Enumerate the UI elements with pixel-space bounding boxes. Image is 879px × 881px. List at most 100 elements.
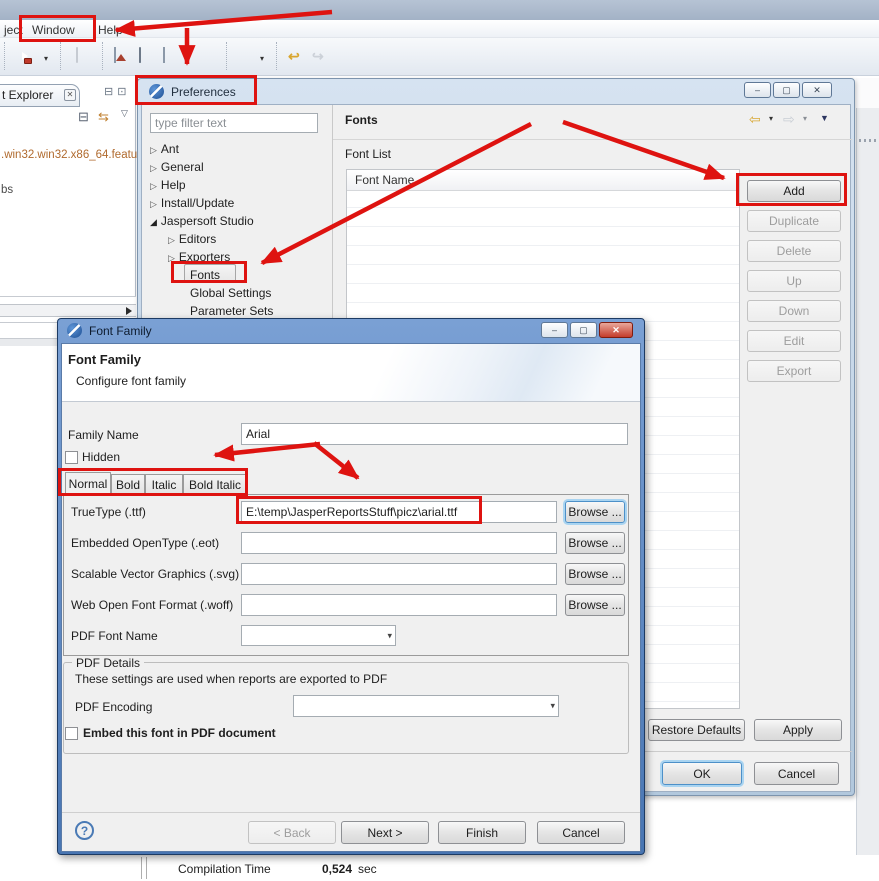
tree-item-jaspersoft-studio[interactable]: ◢Jaspersoft Studio [150,214,254,228]
filter-input[interactable] [150,113,318,133]
cancel-button[interactable]: Cancel [754,762,839,785]
eot-input[interactable] [241,532,557,554]
expand-icon[interactable]: ▷ [150,181,157,191]
wand-icon[interactable] [238,48,254,64]
horizontal-scrollbar[interactable] [0,304,136,317]
wand-dropdown-icon[interactable]: ▾ [260,54,264,63]
expand-icon[interactable]: ▷ [150,163,157,173]
history-back-icon[interactable]: ⇦ [749,111,761,128]
font-family-dialog-title: Font Family [89,324,152,338]
chevron-down-icon[interactable]: ▾ [550,701,555,712]
finish-button[interactable]: Finish [438,821,526,844]
tree-item-help[interactable]: ▷Help [150,178,186,192]
tab-close-icon[interactable]: ✕ [64,89,76,101]
statusbar: Compilation Time 0,524 sec [0,855,879,881]
expand-icon[interactable]: ▷ [168,235,175,245]
history-forward-icon: ⇨ [783,111,795,128]
explorer-item-feature[interactable]: .win32.win32.x86_64.featur [1,149,141,161]
view-minimize-maximize-icons[interactable]: ⊟⊡ [104,85,130,98]
explorer-item-bs[interactable]: bs [1,184,13,196]
embed-font-checkbox[interactable] [65,727,78,740]
menubar: ject Window Help [0,20,879,38]
forward-dropdown-icon[interactable]: ▾ [803,114,807,123]
tree-item-global-settings[interactable]: Global Settings [190,286,271,300]
panel-divider [0,296,136,297]
eclipse-window-titlebar [0,0,879,20]
compilation-time-label: Compilation Time [178,862,271,876]
scroll-right-icon[interactable] [126,307,132,315]
minimize-button[interactable]: – [744,82,771,98]
family-name-input[interactable] [241,423,628,445]
truetype-browse-button[interactable]: Browse ... [565,501,625,523]
pdf-details-description: These settings are used when reports are… [75,672,387,686]
cancel-button[interactable]: Cancel [537,821,625,844]
hidden-label: Hidden [82,450,120,464]
pdf-font-name-combo[interactable]: ▾ [241,625,396,646]
edit-button[interactable]: Edit [747,330,841,352]
hidden-checkbox[interactable] [65,451,78,464]
tree-item-install-update[interactable]: ▷Install/Update [150,196,234,210]
dialog-header: Font Family Configure font family [62,344,640,402]
expand-icon[interactable]: ▷ [150,199,157,209]
duplicate-button[interactable]: Duplicate [747,210,841,232]
run-dropdown-icon[interactable]: ▾ [44,54,48,63]
down-button[interactable]: Down [747,300,841,322]
editor-right-edge-top [856,78,879,108]
tree-item-ant[interactable]: ▷Ant [150,142,179,156]
tree-item-parameter-sets[interactable]: Parameter Sets [190,304,273,318]
jaspersoft-app-icon [67,323,82,338]
close-button[interactable]: ✕ [599,322,633,338]
database-icon[interactable] [139,48,155,64]
font-family-dialog: Font Family – ▢ ✕ Font Family Configure … [57,318,645,855]
eot-browse-button[interactable]: Browse ... [565,532,625,554]
maximize-button[interactable]: ▢ [570,322,597,338]
family-name-label: Family Name [68,428,139,442]
expand-icon[interactable]: ▷ [150,145,157,155]
column-header-font-name[interactable]: Font Name [347,170,739,191]
pdf-font-name-label: PDF Font Name [71,629,158,643]
heading-divider [333,139,852,140]
tab-project-explorer[interactable]: t Explorer ✕ [0,84,80,107]
maximize-button[interactable]: ▢ [773,82,800,98]
new-report-icon[interactable] [114,48,130,64]
undo-icon[interactable]: ↩ [288,48,300,64]
menu-help[interactable]: Help [94,22,127,38]
ok-button[interactable]: OK [662,762,742,785]
link-with-editor-icon[interactable]: ⇆ [98,109,109,125]
woff-label: Web Open Font Format (.woff) [71,598,233,612]
collapse-all-icon[interactable]: ⊟ [78,109,89,125]
embed-font-label: Embed this font in PDF document [83,726,276,740]
delete-button[interactable]: Delete [747,240,841,262]
font-list-label: Font List [345,147,391,161]
collapse-icon[interactable]: ◢ [150,217,157,227]
woff-input[interactable] [241,594,557,616]
next-button[interactable]: Next > [341,821,429,844]
toolbar-separator [4,42,5,70]
tree-item-general[interactable]: ▷General [150,160,204,174]
chevron-down-icon[interactable]: ▾ [387,630,392,641]
apply-button[interactable]: Apply [754,719,842,741]
toolbar-separator [226,42,227,70]
back-dropdown-icon[interactable]: ▾ [769,114,773,123]
close-button[interactable]: ✕ [802,82,832,98]
debug-bug-icon[interactable] [197,48,213,64]
back-button[interactable]: < Back [248,821,336,844]
statusbar-resize-handle[interactable] [141,857,147,879]
pdf-encoding-combo[interactable]: ▾ [293,695,559,717]
view-menu-icon[interactable]: ▼ [820,113,829,123]
help-button[interactable]: ? [75,821,94,840]
view-menu-icon[interactable]: ▽ [121,108,128,119]
dialog-subtitle: Configure font family [76,374,186,388]
minimize-button[interactable]: – [541,322,568,338]
report-design-icon[interactable] [163,48,179,64]
restore-defaults-button[interactable]: Restore Defaults [648,719,745,741]
run-icon[interactable] [16,48,32,64]
compilation-time-unit: sec [358,862,377,876]
woff-browse-button[interactable]: Browse ... [565,594,625,616]
toolbar-separator [276,42,277,70]
svg-input[interactable] [241,563,557,585]
svg-browse-button[interactable]: Browse ... [565,563,625,585]
export-button[interactable]: Export [747,360,841,382]
up-button[interactable]: Up [747,270,841,292]
tree-item-editors[interactable]: ▷Editors [168,232,216,246]
